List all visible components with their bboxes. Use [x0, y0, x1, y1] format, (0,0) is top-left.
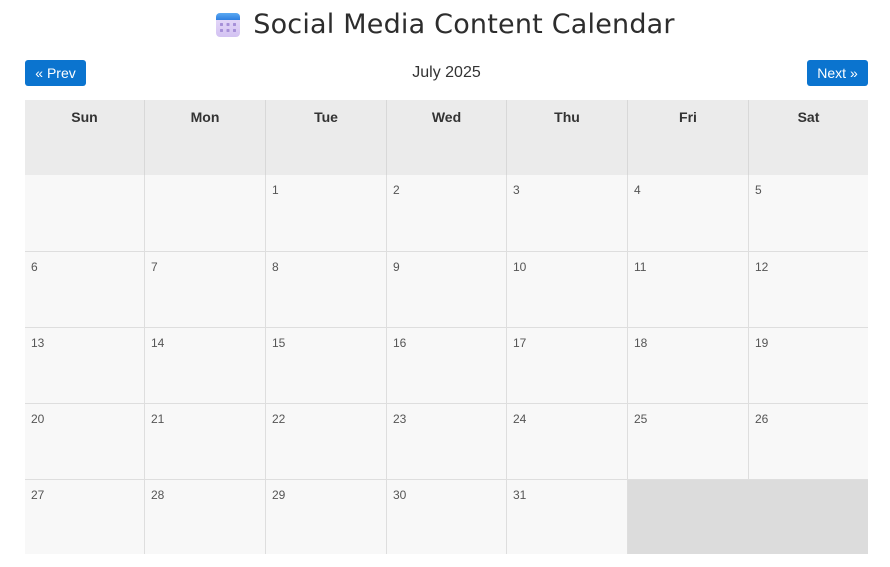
current-month-label: July 2025 [412, 64, 481, 81]
day-cell[interactable]: 22 [266, 403, 387, 479]
day-cell[interactable]: 14 [145, 327, 266, 403]
day-cell[interactable]: 30 [387, 479, 507, 554]
day-cell[interactable]: 29 [266, 479, 387, 554]
day-cell[interactable]: 1 [266, 175, 387, 251]
weekday-header-mon: Mon [145, 100, 266, 175]
day-cell[interactable]: 26 [749, 403, 868, 479]
day-cell[interactable]: 2 [387, 175, 507, 251]
day-cell[interactable]: 7 [145, 251, 266, 327]
day-cell[interactable]: 6 [25, 251, 145, 327]
weekday-header-sat: Sat [749, 100, 868, 175]
weekday-header-thu: Thu [507, 100, 628, 175]
month-navigation: « Prev July 2025 Next » [25, 60, 868, 86]
day-cell[interactable]: 5 [749, 175, 868, 251]
empty-day-cell[interactable] [145, 175, 266, 251]
day-cell[interactable]: 28 [145, 479, 266, 554]
next-month-button[interactable]: Next » [807, 60, 868, 86]
page-title: Social Media Content Calendar [253, 8, 675, 40]
day-cell[interactable]: 20 [25, 403, 145, 479]
weekday-header-sun: Sun [25, 100, 145, 175]
calendar-icon [216, 13, 241, 37]
day-cell[interactable]: 3 [507, 175, 628, 251]
day-cell[interactable]: 12 [749, 251, 868, 327]
page: Social Media Content Calendar « Prev Jul… [0, 0, 890, 567]
day-cell[interactable]: 11 [628, 251, 749, 327]
day-cell[interactable]: 23 [387, 403, 507, 479]
weekday-header-tue: Tue [266, 100, 387, 175]
day-cell[interactable]: 17 [507, 327, 628, 403]
day-cell[interactable]: 10 [507, 251, 628, 327]
day-cell[interactable]: 8 [266, 251, 387, 327]
day-cell[interactable]: 18 [628, 327, 749, 403]
weekday-header-wed: Wed [387, 100, 507, 175]
day-cell[interactable]: 4 [628, 175, 749, 251]
weekday-header-fri: Fri [628, 100, 749, 175]
title-row: Social Media Content Calendar [0, 0, 890, 48]
day-cell[interactable]: 9 [387, 251, 507, 327]
day-cell[interactable]: 24 [507, 403, 628, 479]
day-cell[interactable]: 13 [25, 327, 145, 403]
day-cell[interactable]: 19 [749, 327, 868, 403]
day-cell[interactable]: 31 [507, 479, 628, 554]
day-cell[interactable]: 16 [387, 327, 507, 403]
day-cell[interactable]: 27 [25, 479, 145, 554]
day-cell[interactable]: 21 [145, 403, 266, 479]
empty-day-cell[interactable] [25, 175, 145, 251]
out-of-month-cell [628, 479, 868, 554]
calendar-grid: Sun Mon Tue Wed Thu Fri Sat 1 2 3 4 5 6 7 8 9 10 11 12 13 14… [25, 100, 868, 554]
day-cell[interactable]: 25 [628, 403, 749, 479]
day-cell[interactable]: 15 [266, 327, 387, 403]
